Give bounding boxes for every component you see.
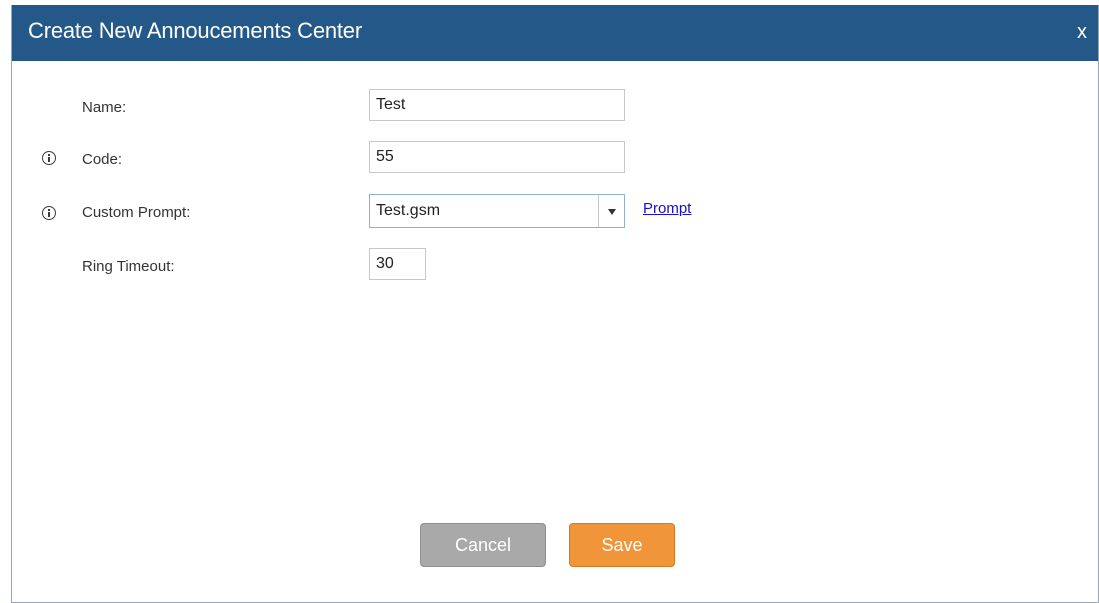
ring-timeout-label: Ring Timeout:: [82, 258, 175, 275]
code-input[interactable]: [369, 141, 625, 173]
name-input[interactable]: [369, 89, 625, 121]
ring-timeout-input[interactable]: [369, 248, 426, 280]
name-label: Name:: [82, 99, 127, 116]
custom-prompt-selected-value: Test.gsm: [376, 202, 441, 219]
triangle-down-icon: [608, 209, 616, 215]
close-icon[interactable]: x: [1077, 21, 1087, 43]
announcements-center-dialog: Create New Annoucements Center x Name: C…: [11, 5, 1099, 603]
custom-prompt-select[interactable]: Test.gsm: [369, 194, 625, 228]
save-button[interactable]: Save: [569, 523, 675, 567]
dialog-titlebar: Create New Annoucements Center x: [12, 5, 1098, 61]
custom-prompt-info-icon[interactable]: [42, 206, 56, 220]
cancel-button[interactable]: Cancel: [420, 523, 546, 567]
dialog-title: Create New Annoucements Center: [28, 18, 362, 43]
dropdown-toggle[interactable]: [598, 195, 624, 227]
code-info-icon[interactable]: [42, 151, 56, 165]
code-label: Code:: [82, 151, 123, 168]
prompt-link[interactable]: Prompt: [643, 200, 691, 217]
custom-prompt-label: Custom Prompt:: [82, 204, 191, 221]
